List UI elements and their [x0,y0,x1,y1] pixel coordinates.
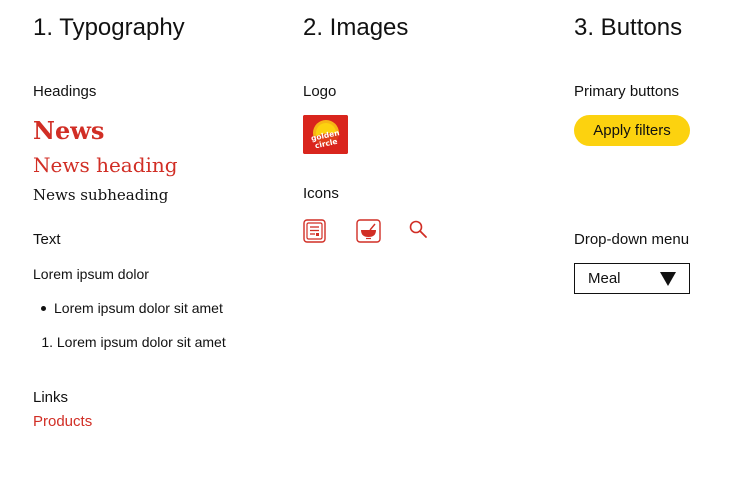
primary-buttons-label: Primary buttons [574,83,680,100]
headings-label: Headings [33,83,97,100]
buttons-title: 3. Buttons [574,14,683,41]
numbered-list-item: 1. Lorem ipsum dolor sit amet [33,334,226,350]
recipe-card-icon[interactable] [303,219,326,248]
logo-label: Logo [303,83,337,100]
dropdown-arrow-icon [660,271,676,286]
bullet-item-text: Lorem ipsum dolor sit amet [54,300,223,316]
numbered-item-text: Lorem ipsum dolor sit amet [56,334,226,350]
news-xl-heading: News [33,116,105,145]
links-label: Links [33,389,69,406]
search-icon[interactable] [409,220,428,244]
text-label: Text [33,231,61,248]
golden-circle-logo: golden circle [303,115,348,154]
news-subheading: News subheading [33,186,169,204]
dropdown-label: Drop-down menu [574,231,690,248]
dropdown-selected-value: Meal [588,270,621,287]
products-link[interactable]: Products [33,413,92,430]
typography-title: 1. Typography [33,14,185,41]
icons-label: Icons [303,185,339,202]
news-heading: News heading [33,153,178,177]
images-title: 2. Images [303,14,409,41]
bullet-marker [41,305,46,311]
apply-filters-button[interactable]: Apply filters [574,115,690,146]
bullet-list-item: Lorem ipsum dolor sit amet [33,300,223,316]
numbered-marker: 1. [41,334,53,350]
paragraph-text: Lorem ipsum dolor [33,266,149,282]
bowl-icon[interactable] [356,219,381,248]
meal-dropdown[interactable]: Meal [574,263,690,294]
